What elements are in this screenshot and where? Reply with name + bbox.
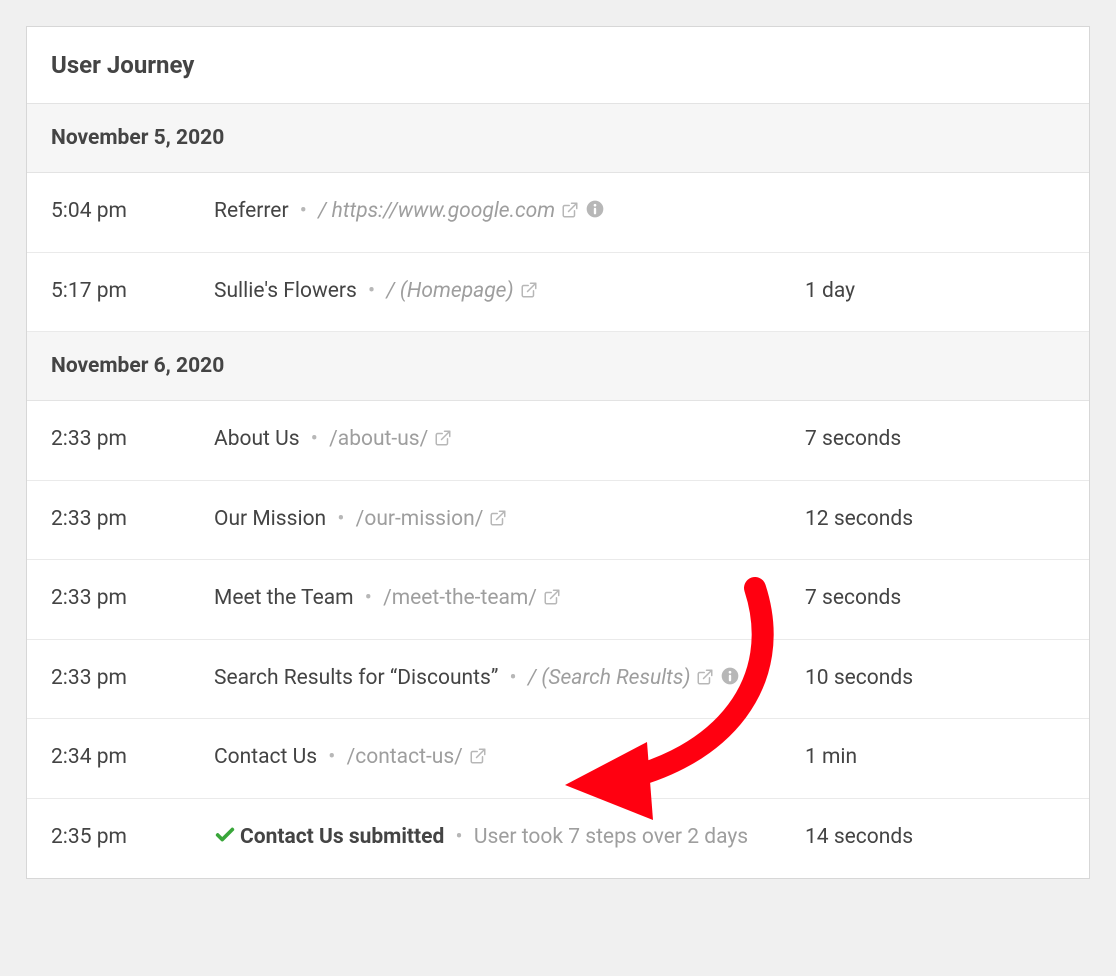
check-icon [214, 824, 236, 857]
journey-title: Contact Us [214, 745, 317, 769]
separator-dot: • [317, 745, 347, 769]
journey-title: Referrer [214, 199, 289, 223]
journey-main: Contact Us • /contact-us/ [214, 741, 805, 776]
journey-title: About Us [214, 427, 300, 451]
journey-row: 2:33 pmAbout Us • /about-us/7 seconds [27, 401, 1089, 481]
journey-path: /about-us/ [329, 427, 428, 451]
journey-time: 2:33 pm [51, 423, 214, 456]
journey-row: 2:33 pmSearch Results for “Discounts” • … [27, 640, 1089, 720]
external-link-icon[interactable] [520, 277, 538, 310]
journey-main: Our Mission • /our-mission/ [214, 503, 805, 538]
info-icon[interactable] [585, 197, 605, 230]
journey-time: 2:34 pm [51, 741, 214, 774]
journey-row: 2:34 pmContact Us • /contact-us/1 min [27, 719, 1089, 799]
journey-title: Sullie's Flowers [214, 279, 357, 303]
external-link-icon[interactable] [543, 584, 561, 617]
separator-dot: • [354, 586, 384, 610]
separator-dot: • [444, 825, 474, 849]
external-link-icon[interactable] [434, 425, 452, 458]
journey-path: /contact-us/ [347, 745, 463, 769]
date-header: November 5, 2020 [27, 104, 1089, 173]
separator-dot: • [357, 279, 387, 303]
journey-main: Referrer • / https://www.google.com [214, 195, 805, 230]
journey-row: 5:04 pmReferrer • / https://www.google.c… [27, 173, 1089, 253]
external-link-icon[interactable] [469, 743, 487, 776]
journey-path: / https://www.google.com [318, 199, 555, 223]
journey-time: 2:35 pm [51, 821, 214, 854]
journey-time: 2:33 pm [51, 582, 214, 615]
journey-duration: 7 seconds [805, 423, 1065, 456]
journey-main: Contact Us submitted • User took 7 steps… [214, 821, 805, 857]
journey-duration: 1 day [805, 275, 1065, 308]
journey-duration: 14 seconds [805, 821, 1065, 854]
journey-title: Contact Us submitted [240, 825, 444, 849]
journey-summary: User took 7 steps over 2 days [474, 825, 748, 849]
journey-time: 2:33 pm [51, 503, 214, 536]
external-link-icon[interactable] [696, 664, 714, 697]
journey-main: Sullie's Flowers • / (Homepage) [214, 275, 805, 310]
panel-title: User Journey [51, 51, 1065, 79]
journey-main: Search Results for “Discounts” • / (Sear… [214, 662, 805, 697]
journey-duration: 7 seconds [805, 582, 1065, 615]
journey-path: / (Search Results) [528, 666, 691, 690]
user-journey-panel: User Journey November 5, 20205:04 pmRefe… [26, 26, 1090, 879]
journey-main: About Us • /about-us/ [214, 423, 805, 458]
journey-path: / (Homepage) [386, 279, 513, 303]
journey-time: 2:33 pm [51, 662, 214, 695]
journey-row: 2:33 pmOur Mission • /our-mission/12 sec… [27, 481, 1089, 561]
panel-header: User Journey [27, 27, 1089, 104]
journey-title: Search Results for “Discounts” [214, 666, 498, 690]
separator-dot: • [498, 666, 528, 690]
external-link-icon[interactable] [489, 505, 507, 538]
journey-title: Meet the Team [214, 586, 354, 610]
date-header: November 6, 2020 [27, 332, 1089, 401]
journey-duration: 1 min [805, 741, 1065, 774]
journey-main: Meet the Team • /meet-the-team/ [214, 582, 805, 617]
journey-path: /our-mission/ [356, 507, 484, 531]
journey-time: 5:04 pm [51, 195, 214, 228]
journey-row: 2:35 pmContact Us submitted • User took … [27, 799, 1089, 879]
info-icon[interactable] [720, 664, 740, 697]
journey-time: 5:17 pm [51, 275, 214, 308]
separator-dot: • [326, 507, 356, 531]
journey-title: Our Mission [214, 507, 326, 531]
journey-duration: 12 seconds [805, 503, 1065, 536]
journey-row: 2:33 pmMeet the Team • /meet-the-team/7 … [27, 560, 1089, 640]
journey-duration: 10 seconds [805, 662, 1065, 695]
journey-row: 5:17 pmSullie's Flowers • / (Homepage)1 … [27, 253, 1089, 333]
separator-dot: • [300, 427, 330, 451]
external-link-icon[interactable] [561, 197, 579, 230]
separator-dot: • [289, 199, 319, 223]
journey-path: /meet-the-team/ [383, 586, 537, 610]
